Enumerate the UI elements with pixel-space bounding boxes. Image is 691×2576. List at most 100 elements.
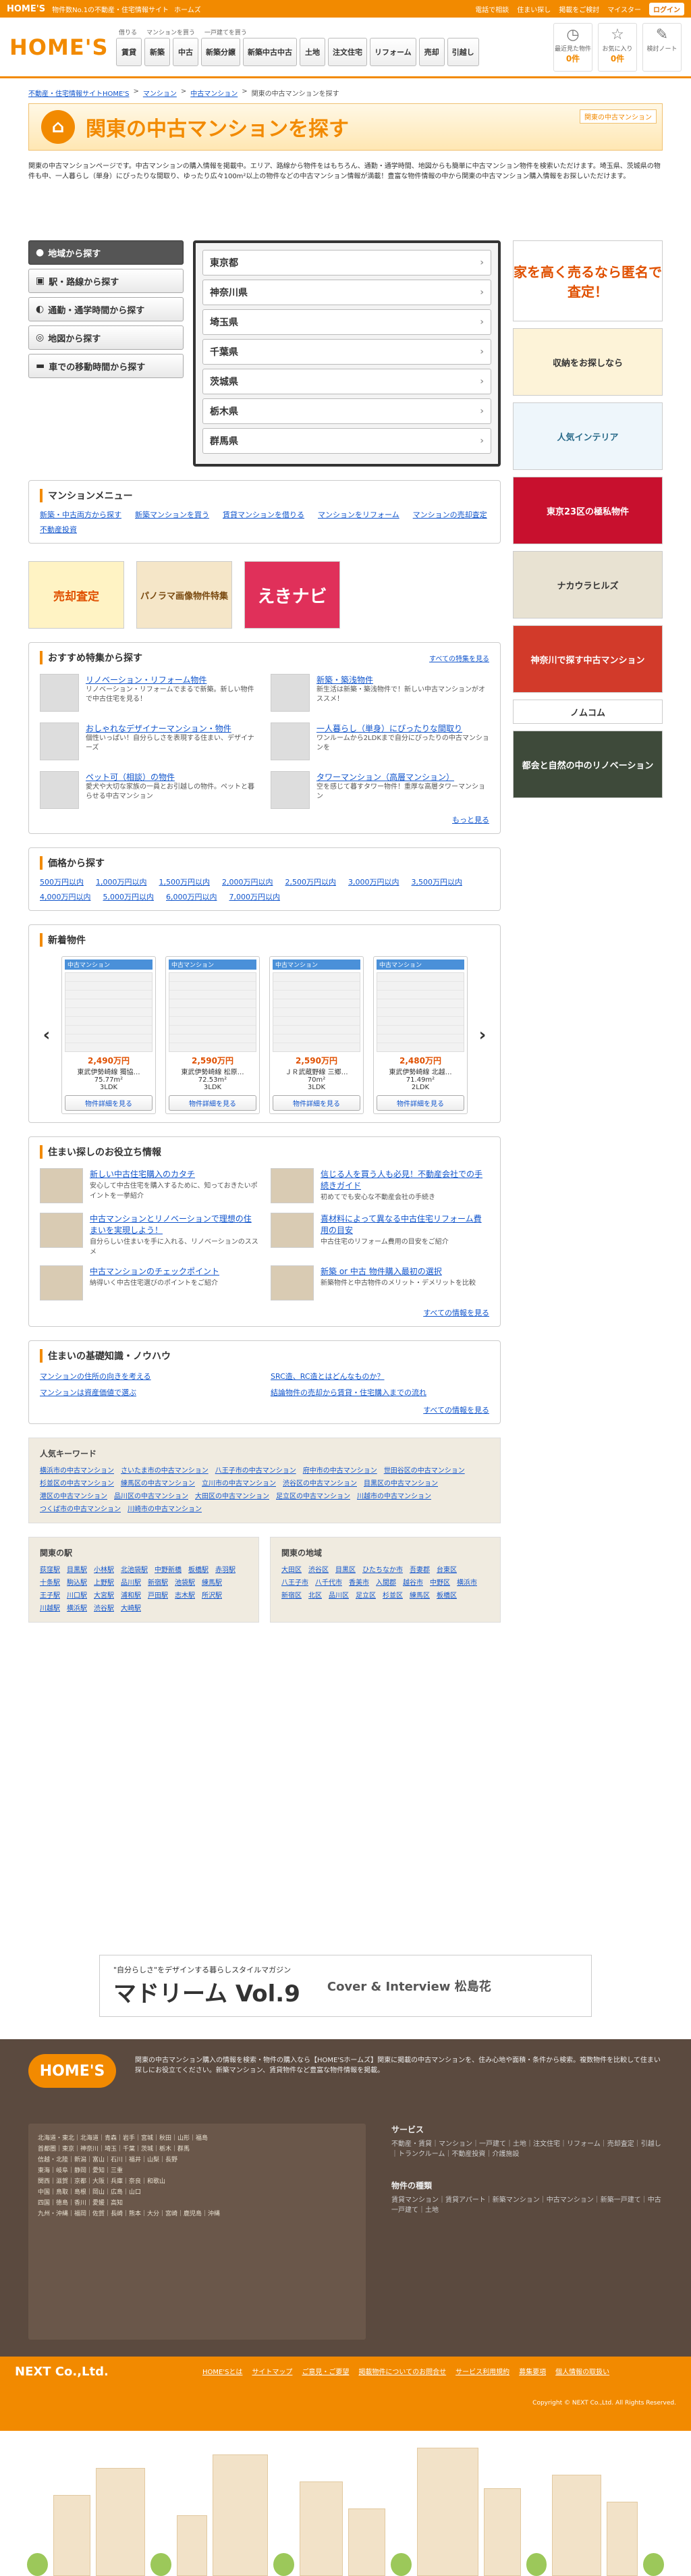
breadcrumb-link[interactable]: 中古マンション bbox=[190, 88, 238, 98]
keyword-link[interactable]: 立川市の中古マンション bbox=[202, 1477, 276, 1488]
station-link[interactable]: 目黒駅 bbox=[67, 1564, 87, 1574]
area-link[interactable]: 八王子市 bbox=[281, 1577, 308, 1587]
nav-sell-button[interactable]: 売却 bbox=[418, 38, 445, 66]
side-ad-renovation[interactable]: 都会と自然の中のリノベーション bbox=[513, 731, 663, 798]
nav-new-used-button[interactable]: 新築中古中古 bbox=[243, 38, 297, 66]
station-link[interactable]: 川口駅 bbox=[67, 1589, 87, 1600]
price-link[interactable]: 7,000万円以内 bbox=[229, 891, 281, 902]
station-link[interactable]: 川越駅 bbox=[40, 1602, 60, 1612]
station-link[interactable]: 赤羽駅 bbox=[215, 1564, 236, 1574]
station-link[interactable]: 駒込駅 bbox=[67, 1577, 87, 1587]
station-link[interactable]: 大宮駅 bbox=[94, 1589, 114, 1600]
next-logo[interactable]: NEXT Co.,Ltd. bbox=[15, 2365, 109, 2379]
listing-link[interactable]: 掲載をご検討 bbox=[559, 4, 599, 14]
info-item[interactable]: 喜材料によって異なる中古住宅リフォーム費用の目安 中古住宅のリフォーム費用の目安を… bbox=[271, 1213, 489, 1256]
side-ad-tokyo23[interactable]: 東京23区の極私物件 bbox=[513, 477, 663, 544]
bottom-link[interactable]: ご意見・ご要望 bbox=[302, 2366, 349, 2376]
info-item[interactable]: 中古マンションとリノベーションで理想の住まいを実現しよう！ 自分らしい住まいを手に… bbox=[40, 1213, 258, 1256]
tab-commute[interactable]: ◐ 通勤・通学時間から探す bbox=[28, 297, 184, 321]
side-ad-interior[interactable]: 人気インテリア bbox=[513, 402, 663, 470]
price-link[interactable]: 1,000万円以内 bbox=[96, 876, 147, 887]
area-link[interactable]: 香美市 bbox=[349, 1577, 369, 1587]
area-link[interactable]: 足立区 bbox=[356, 1589, 376, 1600]
footer-logo[interactable]: HOME'S bbox=[28, 2054, 116, 2088]
panorama-banner[interactable]: パノラマ画像物件特集 bbox=[136, 561, 232, 629]
station-link[interactable]: 王子駅 bbox=[40, 1589, 60, 1600]
detail-button[interactable]: 物件詳細を見る bbox=[273, 1095, 360, 1111]
menu-link[interactable]: マンションをリフォーム bbox=[318, 509, 399, 520]
search-link[interactable]: 住まい探し bbox=[517, 4, 551, 14]
station-link[interactable]: 十条駅 bbox=[40, 1577, 60, 1587]
breadcrumb-link[interactable]: 不動産・住宅情報サイトHOME'S bbox=[28, 88, 129, 98]
recent-viewed[interactable]: ◷ 最近見た物件 0件 bbox=[553, 22, 592, 72]
pref-gunma[interactable]: 群馬県 › bbox=[202, 428, 491, 454]
price-link[interactable]: 2,500万円以内 bbox=[285, 876, 337, 887]
homes-logo[interactable]: HOME'S bbox=[9, 34, 108, 60]
keyword-link[interactable]: 目黒区の中古マンション bbox=[364, 1477, 438, 1488]
price-link[interactable]: 4,000万円以内 bbox=[40, 891, 91, 902]
tab-station[interactable]: ▣ 駅・路線から探す bbox=[28, 269, 184, 293]
area-link[interactable]: 八千代市 bbox=[315, 1577, 342, 1587]
next-arrow-icon[interactable]: › bbox=[476, 1025, 489, 1045]
knowledge-link[interactable]: SRC造、RC造とはどんなものか？ bbox=[271, 1371, 489, 1382]
info-item[interactable]: 新築 or 中古 物件購入最初の選択 新築物件と中古物件のメリット・デメリットを比… bbox=[271, 1265, 489, 1300]
detail-button[interactable]: 物件詳細を見る bbox=[169, 1095, 256, 1111]
keyword-link[interactable]: 杉並区の中古マンション bbox=[40, 1477, 114, 1488]
area-link[interactable]: 大田区 bbox=[281, 1564, 302, 1574]
area-link[interactable]: ひたちなか市 bbox=[362, 1564, 403, 1574]
nav-moving-button[interactable]: 引越し bbox=[447, 38, 479, 66]
station-link[interactable]: 渋谷駅 bbox=[94, 1602, 114, 1612]
area-link[interactable]: 台東区 bbox=[437, 1564, 457, 1574]
nav-new-division-button[interactable]: 新築分譲 bbox=[201, 38, 240, 66]
listing-card[interactable]: 中古マンション 2,480万円 東武伊勢崎線 北越… 71.49m² 2LDK 物件詳細を… bbox=[373, 956, 468, 1114]
area-link[interactable]: 板橋区 bbox=[437, 1589, 457, 1600]
feature-item[interactable]: リノベーション・リフォーム物件 リノベーション・リフォームでまるで新築。新しい物件… bbox=[40, 674, 258, 712]
study-note[interactable]: ✎ 検討ノート bbox=[642, 22, 682, 72]
info-item[interactable]: 新しい中古住宅購入のカタチ 安心して中古住宅を購入するために、知っておきたいポイン… bbox=[40, 1168, 258, 1203]
keyword-link[interactable]: 川崎市の中古マンション bbox=[128, 1503, 202, 1513]
tab-car[interactable]: ▬ 車での移動時間から探す bbox=[28, 354, 184, 378]
area-link[interactable]: 品川区 bbox=[329, 1589, 349, 1600]
menu-link[interactable]: 新築・中古両方から探す bbox=[40, 509, 121, 520]
pref-chiba[interactable]: 千葉県 › bbox=[202, 339, 491, 365]
price-link[interactable]: 3,000万円以内 bbox=[348, 876, 399, 887]
keyword-link[interactable]: 渋谷区の中古マンション bbox=[283, 1477, 357, 1488]
knowledge-link[interactable]: マンションは資産価値で選ぶ bbox=[40, 1387, 258, 1398]
listing-card[interactable]: 中古マンション 2,590万円 ＪＲ武蔵野線 三郷… 70m² 3LDK 物件詳細を見る bbox=[269, 956, 364, 1114]
price-link[interactable]: 5,000万円以内 bbox=[103, 891, 155, 902]
station-link[interactable]: 志木駅 bbox=[175, 1589, 195, 1600]
pref-saitama[interactable]: 埼玉県 › bbox=[202, 309, 491, 335]
station-link[interactable]: 上野駅 bbox=[94, 1577, 114, 1587]
area-link[interactable]: 越谷市 bbox=[403, 1577, 423, 1587]
bottom-link[interactable]: 掲載物件についてのお問合せ bbox=[358, 2366, 446, 2376]
keyword-link[interactable]: 品川区の中古マンション bbox=[114, 1490, 188, 1500]
area-link[interactable]: 目黒区 bbox=[335, 1564, 356, 1574]
pref-kanagawa[interactable]: 神奈川県 › bbox=[202, 280, 491, 305]
ekinavi-banner[interactable]: えきナビ bbox=[244, 561, 340, 629]
side-ad-anonymous[interactable]: 家を高く売るなら匿名で査定！ bbox=[513, 240, 663, 321]
madream-banner[interactable]: "自分らしさ"をデザインする暮らしスタイルマガジン マドリーム Vol.9 Co… bbox=[99, 1955, 592, 2017]
keyword-link[interactable]: 横浜市の中古マンション bbox=[40, 1465, 114, 1475]
pref-tokyo[interactable]: 東京都 › bbox=[202, 250, 491, 275]
nav-land-button[interactable]: 土地 bbox=[300, 38, 325, 66]
station-link[interactable]: 板橋駅 bbox=[188, 1564, 209, 1574]
area-link[interactable]: 中野区 bbox=[430, 1577, 450, 1587]
price-link[interactable]: 500万円以内 bbox=[40, 876, 84, 887]
all-knowledge-link[interactable]: すべての情報を見る bbox=[423, 1406, 489, 1415]
info-item[interactable]: 信じる人を買う人も必見！不動産会社での手続きガイド 初めてでも安心な不動産会社の手… bbox=[271, 1168, 489, 1203]
nav-used-button[interactable]: 中古 bbox=[173, 38, 198, 66]
all-features-link[interactable]: すべての特集を見る bbox=[429, 653, 489, 663]
price-link[interactable]: 2,000万円以内 bbox=[222, 876, 273, 887]
keyword-link[interactable]: 世田谷区の中古マンション bbox=[384, 1465, 465, 1475]
area-link[interactable]: 渋谷区 bbox=[308, 1564, 329, 1574]
nav-rent-button[interactable]: 賃貸 bbox=[116, 38, 142, 66]
price-link[interactable]: 1,500万円以内 bbox=[159, 876, 211, 887]
station-link[interactable]: 戸田駅 bbox=[148, 1589, 168, 1600]
area-link[interactable]: 入間郡 bbox=[376, 1577, 396, 1587]
knowledge-link[interactable]: マンションの住所の向きを考える bbox=[40, 1371, 258, 1382]
top-brand[interactable]: HOME'S bbox=[7, 4, 45, 14]
feature-item[interactable]: 一人暮らし（単身）にぴったりな間取り ワンルームから2LDKまで自分にぴったりの中… bbox=[271, 722, 489, 760]
prev-arrow-icon[interactable]: ‹ bbox=[40, 1025, 53, 1045]
price-link[interactable]: 6,000万円以内 bbox=[166, 891, 217, 902]
station-link[interactable]: 池袋駅 bbox=[175, 1577, 195, 1587]
